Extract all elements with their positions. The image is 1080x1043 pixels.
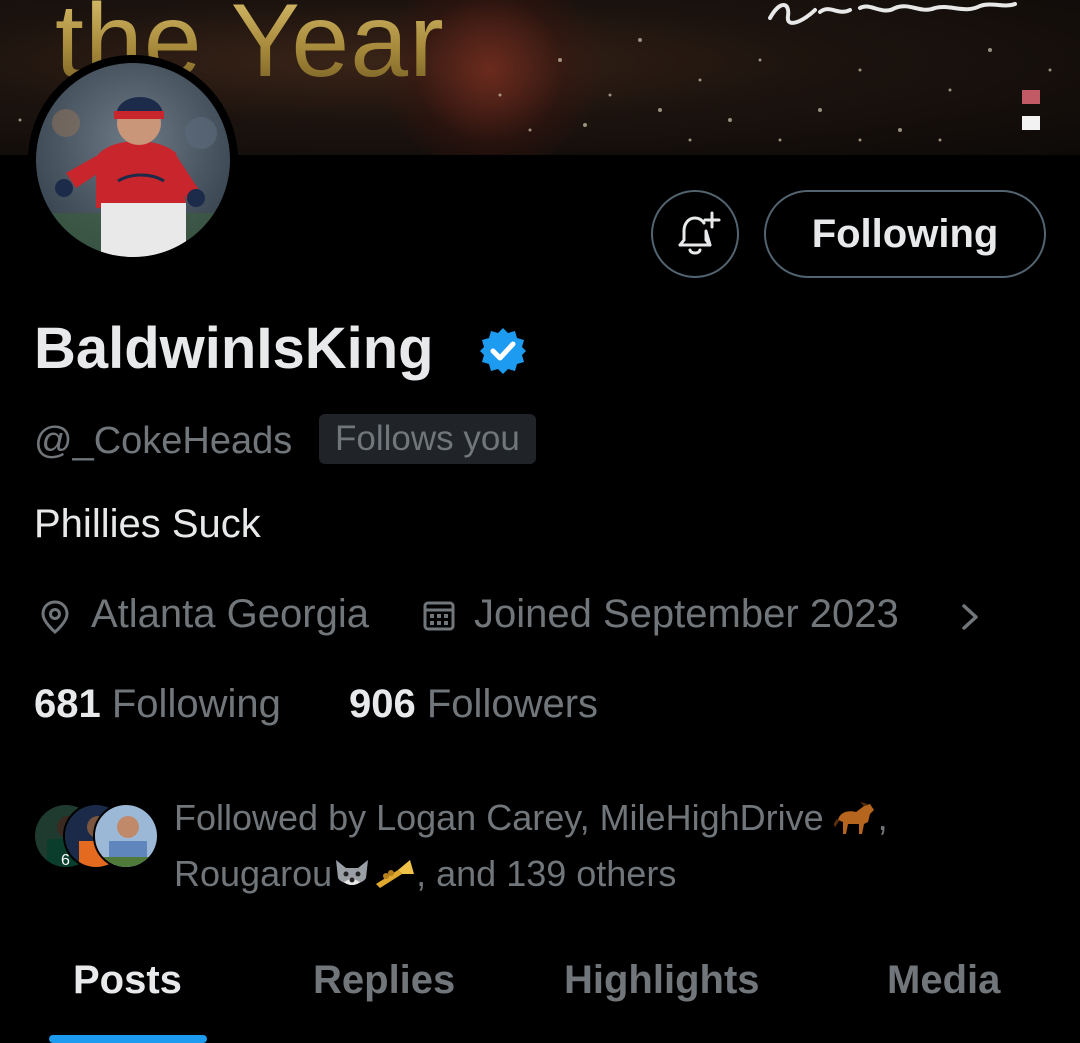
banner-flag-white: [1022, 116, 1040, 130]
calendar-icon: [423, 601, 455, 631]
followed-by-line1-suffix: ,: [877, 797, 888, 838]
tab-replies[interactable]: Replies: [313, 958, 455, 1003]
tab-media[interactable]: Media: [887, 958, 1000, 1003]
followed-by-line2-name: Rougarou: [174, 853, 333, 894]
following-button[interactable]: Following: [764, 190, 1046, 278]
active-tab-indicator: [49, 1035, 207, 1043]
followed-by-line1: Followed by Logan Carey, MileHighDrive: [174, 797, 824, 838]
wolf-emoji: [332, 855, 372, 905]
chevron-right-icon[interactable]: [956, 598, 984, 636]
followed-by-text[interactable]: Followed by Logan Carey, MileHighDrive ,…: [174, 793, 1054, 905]
location-pin-icon: [41, 600, 69, 634]
display-name: BaldwinIsKing: [34, 316, 434, 381]
followed-by-line2-suffix: , and 139 others: [416, 853, 677, 894]
profile-handle: @_CokeHeads: [34, 420, 293, 462]
profile-location: Atlanta Georgia: [91, 592, 369, 636]
notification-bell-plus-icon: [678, 211, 721, 255]
profile-avatar[interactable]: [28, 55, 238, 265]
followers-count: 906: [349, 682, 416, 726]
tab-posts[interactable]: Posts: [73, 958, 182, 1003]
profile-bio: Phillies Suck: [34, 502, 261, 546]
verified-badge-icon[interactable]: [478, 326, 528, 376]
mutual-avatar-3: [93, 803, 159, 869]
avatar-photo: [36, 63, 230, 257]
followers-count-link[interactable]: 906 Followers: [349, 682, 598, 727]
profile-tabs: Posts Replies Highlights Media: [0, 940, 1080, 1043]
trumpet-emoji: [372, 855, 416, 905]
mutual-followers-avatars[interactable]: 6: [33, 803, 163, 873]
notifications-button[interactable]: [651, 190, 739, 278]
horse-emoji: [832, 799, 878, 849]
following-count-link[interactable]: 681 Following: [34, 682, 281, 727]
tab-highlights[interactable]: Highlights: [564, 958, 760, 1003]
banner-flag-red: [1022, 90, 1040, 104]
follows-you-badge: Follows you: [319, 414, 536, 464]
following-label: Following: [111, 682, 281, 726]
following-count: 681: [34, 682, 101, 726]
profile-joined-date[interactable]: Joined September 2023: [474, 592, 899, 637]
followers-label: Followers: [426, 682, 599, 726]
